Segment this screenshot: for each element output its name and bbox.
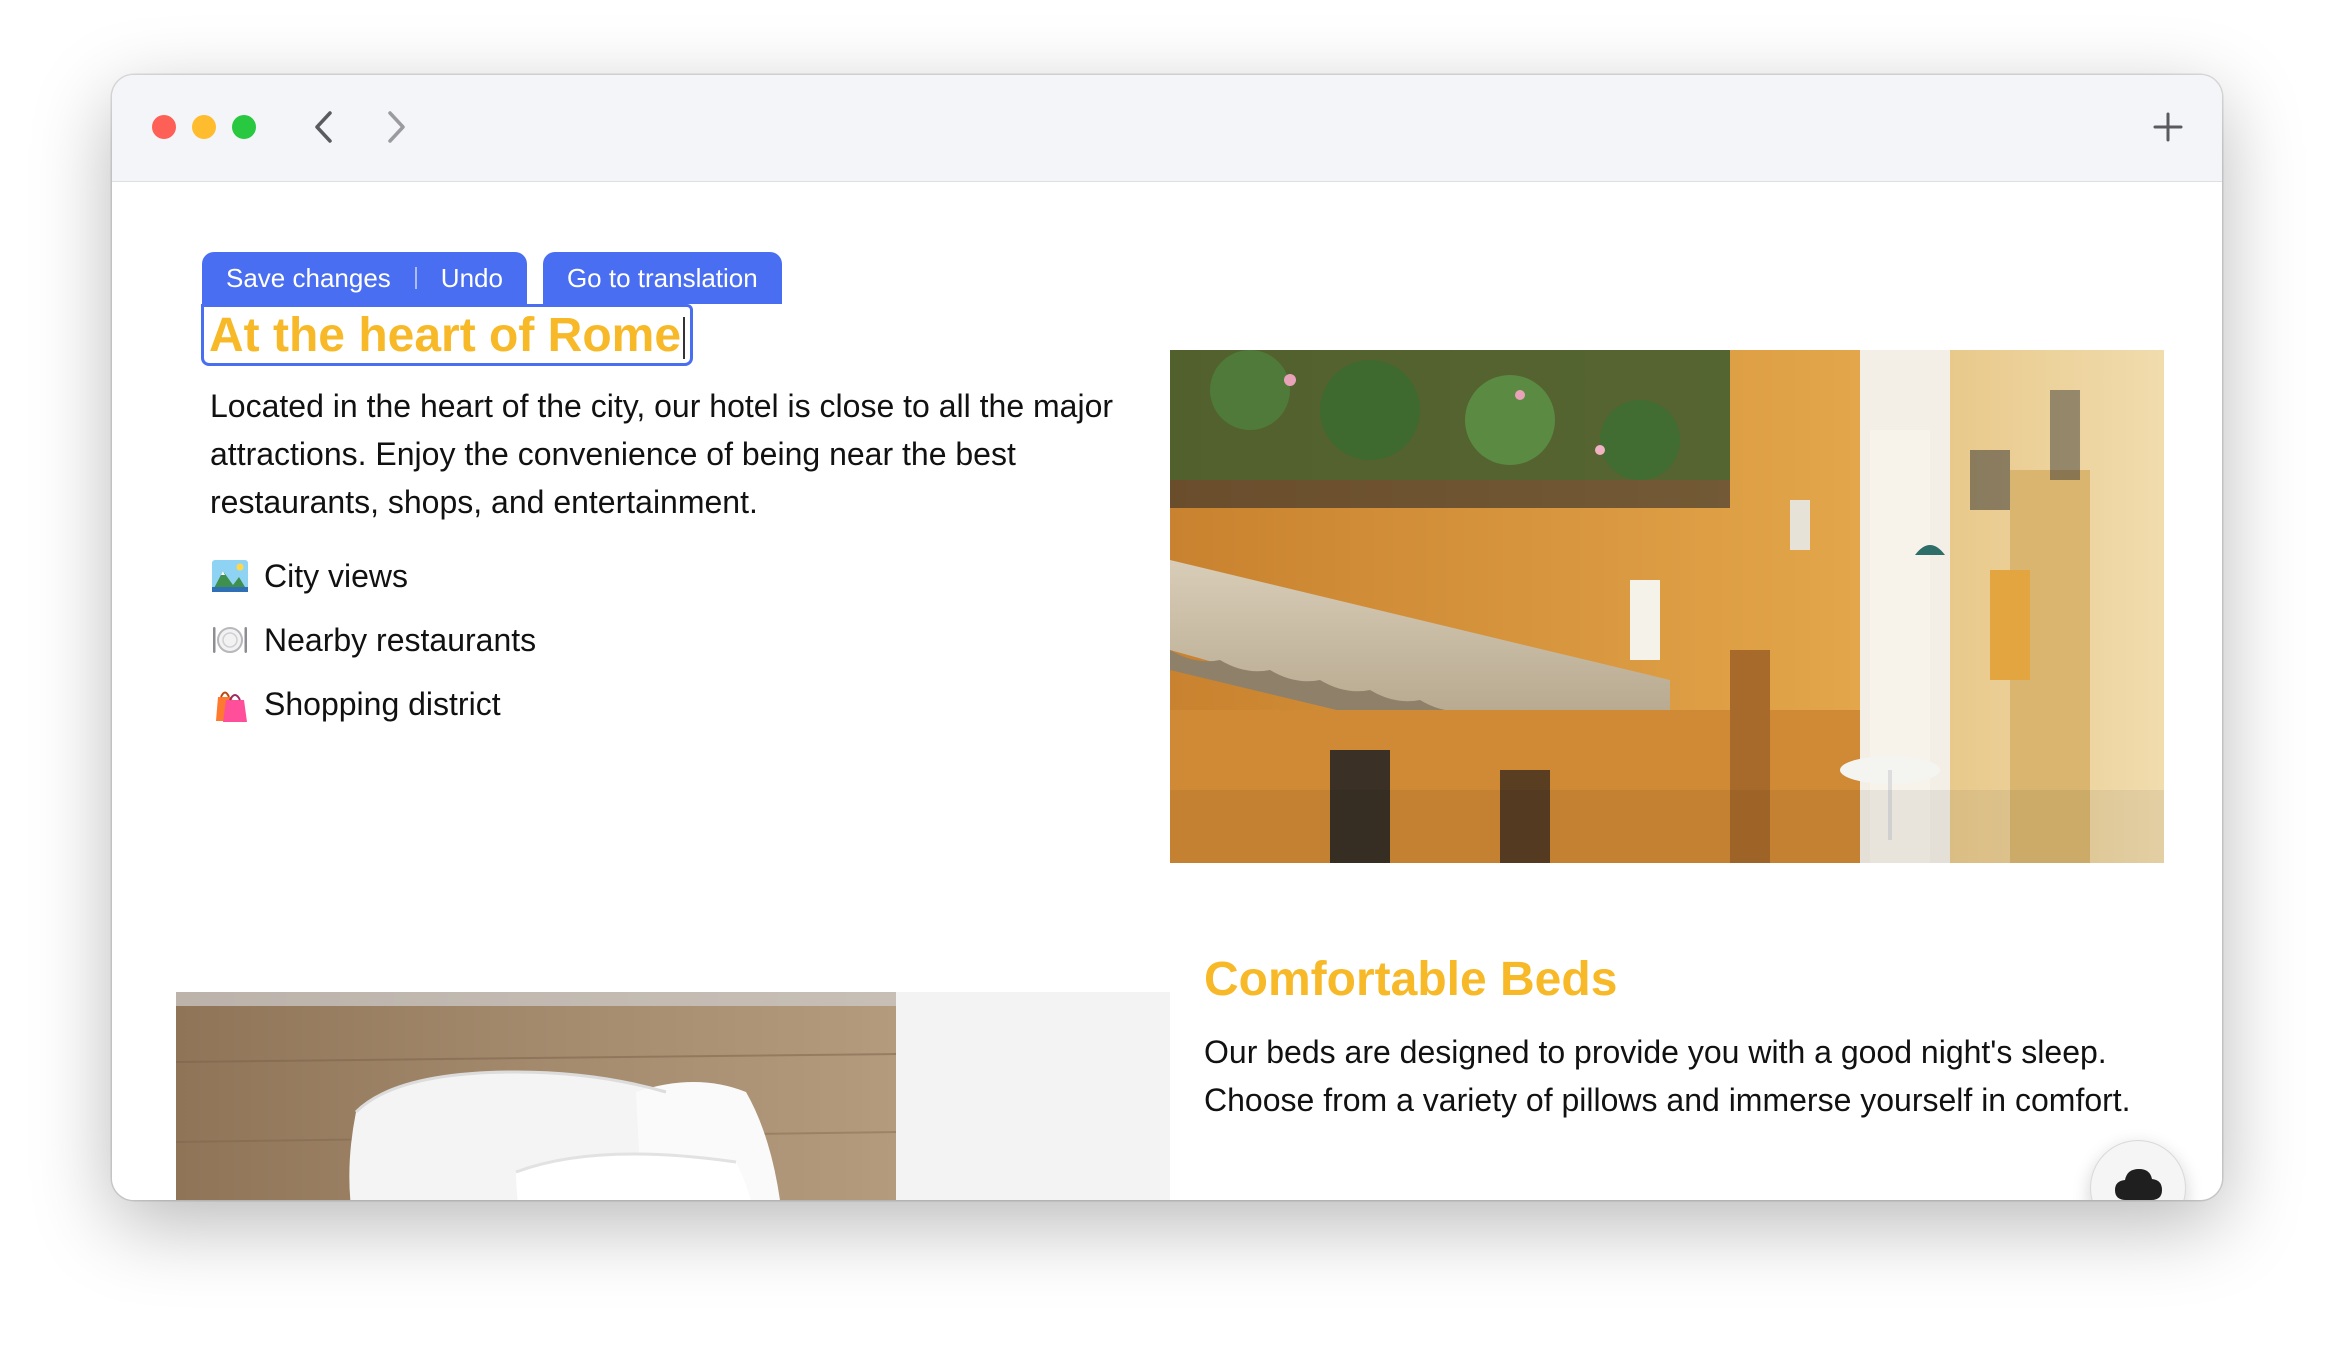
title-bar (112, 75, 2222, 182)
city-views-icon (210, 556, 250, 596)
forward-button[interactable] (374, 105, 418, 149)
section-title-2[interactable]: Comfortable Beds (1204, 952, 1617, 1007)
close-window-button[interactable] (152, 115, 176, 139)
list-item: Nearby restaurants (210, 608, 536, 672)
zoom-window-button[interactable] (232, 115, 256, 139)
list-item: Shopping district (210, 672, 536, 736)
new-tab-button[interactable] (2146, 105, 2190, 149)
plate-icon (210, 620, 250, 660)
section-title-text: At the heart of Rome (209, 308, 682, 362)
save-changes-button[interactable]: Save changes (226, 263, 391, 294)
browser-window: Save changes Undo Go to translation At t… (112, 75, 2222, 1200)
street-photo (1170, 350, 2164, 863)
edit-actions-group: Save changes Undo (202, 252, 527, 304)
back-button[interactable] (302, 105, 346, 149)
bed-photo (176, 992, 1170, 1200)
edit-toolbar: Save changes Undo Go to translation (202, 252, 782, 304)
section-description-2: Our beds are designed to provide you wit… (1204, 1034, 2131, 1118)
feature-list: City views Nearby restaurants Shopping d… (210, 544, 536, 736)
list-item: City views (210, 544, 536, 608)
feature-label: Nearby restaurants (264, 621, 537, 658)
text-caret (683, 316, 686, 359)
chevron-left-icon (315, 111, 332, 143)
undo-button[interactable]: Undo (441, 263, 503, 294)
page-content: Save changes Undo Go to translation At t… (112, 182, 2222, 1200)
editable-heading-frame[interactable]: At the heart of Rome (201, 304, 694, 366)
feature-label: City views (264, 557, 409, 594)
section-description: Located in the heart of the city, our ho… (210, 388, 1114, 520)
minimize-window-button[interactable] (192, 115, 216, 139)
go-to-translation-label: Go to translation (566, 262, 758, 293)
plus-icon (2153, 112, 2183, 142)
cloud-button[interactable] (2090, 1140, 2186, 1200)
toolbar-divider (414, 267, 417, 289)
go-to-translation-button[interactable]: Go to translation (542, 252, 782, 304)
shopping-bags-icon (210, 684, 250, 724)
cloud-icon (2115, 1169, 2162, 1200)
chevron-right-icon (388, 111, 405, 143)
feature-label: Shopping district (264, 685, 501, 722)
section-title[interactable]: At the heart of Rome (209, 308, 686, 363)
